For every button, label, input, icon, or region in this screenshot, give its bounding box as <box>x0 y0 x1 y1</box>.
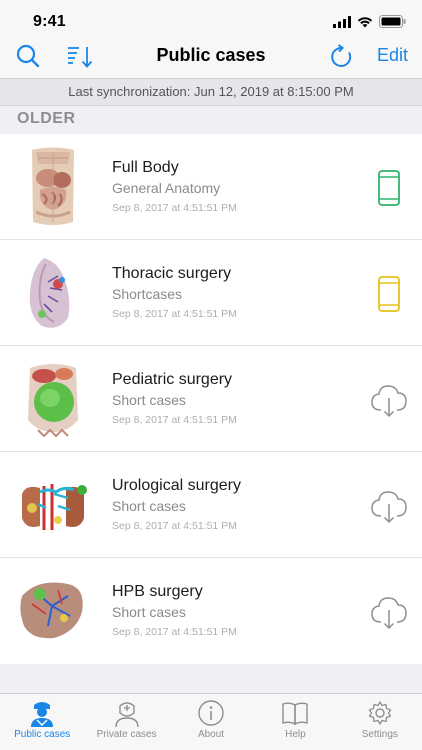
tab-label: Private cases <box>96 729 157 740</box>
refresh-icon[interactable] <box>330 44 354 70</box>
case-row-pediatric-surgery[interactable]: Pediatric surgery Short cases Sep 8, 201… <box>0 346 422 452</box>
case-subtitle: General Anatomy <box>112 180 221 196</box>
tab-public-cases[interactable]: Public cases <box>0 694 84 750</box>
tab-label: About <box>197 729 225 740</box>
case-title: Full Body <box>112 159 179 176</box>
case-date: Sep 8, 2017 at 4:51:51 PM <box>112 202 237 214</box>
case-row-full-body[interactable]: Full Body General Anatomy Sep 8, 2017 at… <box>0 134 422 240</box>
gear-icon <box>368 701 391 725</box>
case-subtitle: Short cases <box>112 498 186 514</box>
cloud-download-icon[interactable] <box>370 486 408 526</box>
case-title: Thoracic surgery <box>112 265 232 282</box>
kidney-thumbnail <box>22 484 87 530</box>
list-footer <box>0 664 422 693</box>
tab-settings[interactable]: Settings <box>338 694 422 750</box>
case-date: Sep 8, 2017 at 4:51:51 PM <box>112 414 237 426</box>
doctor-icon <box>31 702 54 727</box>
section-header: OLDER <box>17 110 76 127</box>
case-subtitle: Short cases <box>112 604 186 620</box>
cloud-download-icon[interactable] <box>370 380 408 420</box>
tab-label: Public cases <box>14 729 71 740</box>
cloud-download-icon[interactable] <box>370 592 408 632</box>
edit-button[interactable]: Edit <box>377 45 408 66</box>
signal-icon <box>333 15 351 28</box>
case-row-urological-surgery[interactable]: Urological surgery Short cases Sep 8, 20… <box>0 452 422 558</box>
full-body-thumbnail <box>32 147 74 225</box>
status-time: 9:41 <box>33 13 66 30</box>
tab-about[interactable]: About <box>169 694 253 750</box>
tab-help[interactable]: Help <box>253 694 337 750</box>
case-title: Pediatric surgery <box>112 371 233 388</box>
book-icon <box>282 702 309 726</box>
case-title: HPB surgery <box>112 583 203 600</box>
battery-icon <box>379 15 406 28</box>
liver-thumbnail <box>20 582 83 639</box>
navigation-bar: Public cases Edit <box>0 44 422 78</box>
tab-private-cases[interactable]: Private cases <box>84 694 168 750</box>
device-icon[interactable] <box>370 274 408 314</box>
case-title: Urological surgery <box>112 477 241 494</box>
case-date: Sep 8, 2017 at 4:51:51 PM <box>112 308 237 320</box>
case-row-thoracic-surgery[interactable]: Thoracic surgery Shortcases Sep 8, 2017 … <box>0 240 422 346</box>
case-subtitle: Shortcases <box>112 286 183 302</box>
status-icons <box>333 15 406 28</box>
case-date: Sep 8, 2017 at 4:51:51 PM <box>112 520 237 532</box>
case-list: Full Body General Anatomy Sep 8, 2017 at… <box>0 134 422 664</box>
tab-bar: Public cases Private cases About Help Se… <box>0 693 422 750</box>
case-subtitle: Short cases <box>112 392 186 408</box>
device-icon[interactable] <box>370 168 408 208</box>
case-date: Sep 8, 2017 at 4:51:51 PM <box>112 626 237 638</box>
case-row-hpb-surgery[interactable]: HPB surgery Short cases Sep 8, 2017 at 4… <box>0 558 422 664</box>
lung-thumbnail <box>29 258 70 328</box>
wifi-icon <box>357 16 373 27</box>
tab-label: Help <box>285 729 306 740</box>
abdomen-thumbnail <box>28 364 78 438</box>
sync-status: Last synchronization: Jun 12, 2019 at 8:… <box>0 78 422 106</box>
status-bar: 9:41 <box>0 0 422 44</box>
tab-label: Settings <box>361 729 398 740</box>
info-icon <box>198 700 224 726</box>
surgeon-icon <box>114 702 139 727</box>
page-title: Public cases <box>156 45 266 65</box>
